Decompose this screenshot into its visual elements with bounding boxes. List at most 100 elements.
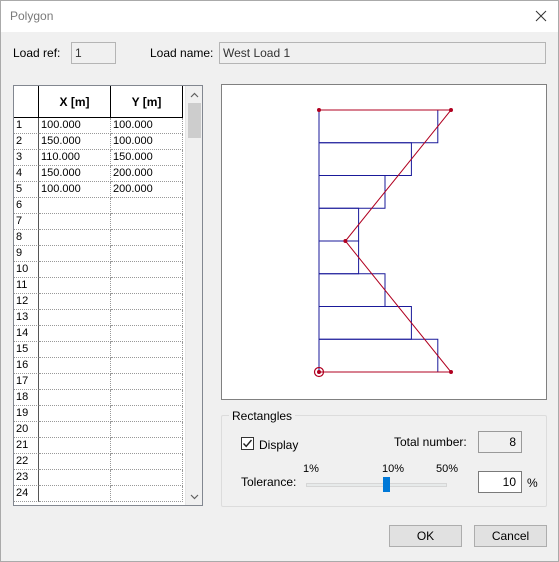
row-number[interactable]: 6 bbox=[14, 198, 39, 214]
cell-x[interactable] bbox=[39, 438, 111, 454]
table-row[interactable]: 6 bbox=[14, 198, 184, 214]
table-row[interactable]: 13 bbox=[14, 310, 184, 326]
cell-x[interactable]: 150.000 bbox=[39, 134, 111, 150]
cell-x[interactable] bbox=[39, 246, 111, 262]
coordinates-grid[interactable]: X [m] Y [m] 1 100.000 100.000 2 150.000 100.0… bbox=[13, 85, 203, 506]
row-number[interactable]: 15 bbox=[14, 342, 39, 358]
row-number[interactable]: 10 bbox=[14, 262, 39, 278]
scroll-down-button[interactable] bbox=[186, 488, 202, 505]
tolerance-slider-track[interactable] bbox=[306, 483, 447, 487]
cell-y[interactable]: 100.000 bbox=[111, 118, 183, 134]
table-row[interactable]: 24 bbox=[14, 486, 184, 502]
table-row[interactable]: 16 bbox=[14, 358, 184, 374]
cell-y[interactable] bbox=[111, 262, 183, 278]
cell-x[interactable] bbox=[39, 326, 111, 342]
row-number[interactable]: 21 bbox=[14, 438, 39, 454]
display-label[interactable]: Display bbox=[259, 438, 298, 452]
row-number[interactable]: 16 bbox=[14, 358, 39, 374]
row-number[interactable]: 7 bbox=[14, 214, 39, 230]
table-row[interactable]: 5 100.000 200.000 bbox=[14, 182, 184, 198]
scroll-thumb[interactable] bbox=[188, 103, 201, 138]
column-header-y[interactable]: Y [m] bbox=[111, 86, 183, 118]
row-number[interactable]: 20 bbox=[14, 422, 39, 438]
cell-y[interactable] bbox=[111, 294, 183, 310]
row-number[interactable]: 2 bbox=[14, 134, 39, 150]
cell-y[interactable] bbox=[111, 390, 183, 406]
cell-x[interactable]: 110.000 bbox=[39, 150, 111, 166]
row-number[interactable]: 8 bbox=[14, 230, 39, 246]
row-number[interactable]: 12 bbox=[14, 294, 39, 310]
cell-y[interactable] bbox=[111, 342, 183, 358]
table-row[interactable]: 2 150.000 100.000 bbox=[14, 134, 184, 150]
row-number[interactable]: 18 bbox=[14, 390, 39, 406]
row-number[interactable]: 9 bbox=[14, 246, 39, 262]
cell-y[interactable] bbox=[111, 230, 183, 246]
row-number[interactable]: 4 bbox=[14, 166, 39, 182]
table-row[interactable]: 18 bbox=[14, 390, 184, 406]
cell-y[interactable] bbox=[111, 406, 183, 422]
cell-x[interactable] bbox=[39, 198, 111, 214]
cell-y[interactable] bbox=[111, 438, 183, 454]
cell-y[interactable] bbox=[111, 358, 183, 374]
table-row[interactable]: 14 bbox=[14, 326, 184, 342]
table-row[interactable]: 3 110.000 150.000 bbox=[14, 150, 184, 166]
close-button[interactable] bbox=[524, 1, 558, 31]
cell-x[interactable] bbox=[39, 454, 111, 470]
table-row[interactable]: 11 bbox=[14, 278, 184, 294]
cell-x[interactable] bbox=[39, 390, 111, 406]
cell-x[interactable] bbox=[39, 470, 111, 486]
cell-y[interactable] bbox=[111, 326, 183, 342]
cell-x[interactable] bbox=[39, 294, 111, 310]
column-header-x[interactable]: X [m] bbox=[39, 86, 111, 118]
cell-x[interactable] bbox=[39, 278, 111, 294]
table-row[interactable]: 4 150.000 200.000 bbox=[14, 166, 184, 182]
cell-x[interactable]: 100.000 bbox=[39, 182, 111, 198]
row-number[interactable]: 1 bbox=[14, 118, 39, 134]
row-number[interactable]: 23 bbox=[14, 470, 39, 486]
tolerance-input[interactable]: 10 bbox=[478, 471, 522, 493]
cell-y[interactable] bbox=[111, 198, 183, 214]
row-number[interactable]: 13 bbox=[14, 310, 39, 326]
cell-x[interactable] bbox=[39, 358, 111, 374]
cell-y[interactable]: 200.000 bbox=[111, 182, 183, 198]
cell-y[interactable]: 150.000 bbox=[111, 150, 183, 166]
cell-x[interactable] bbox=[39, 486, 111, 502]
cancel-button[interactable]: Cancel bbox=[474, 525, 547, 547]
cell-x[interactable]: 100.000 bbox=[39, 118, 111, 134]
tolerance-slider-thumb[interactable] bbox=[383, 477, 390, 492]
cell-x[interactable] bbox=[39, 342, 111, 358]
cell-y[interactable] bbox=[111, 454, 183, 470]
row-number[interactable]: 17 bbox=[14, 374, 39, 390]
table-row[interactable]: 12 bbox=[14, 294, 184, 310]
table-row[interactable]: 20 bbox=[14, 422, 184, 438]
row-number[interactable]: 24 bbox=[14, 486, 39, 502]
table-row[interactable]: 9 bbox=[14, 246, 184, 262]
cell-y[interactable] bbox=[111, 278, 183, 294]
ok-button[interactable]: OK bbox=[389, 525, 462, 547]
table-row[interactable]: 15 bbox=[14, 342, 184, 358]
cell-y[interactable]: 100.000 bbox=[111, 134, 183, 150]
cell-y[interactable] bbox=[111, 374, 183, 390]
grid-corner[interactable] bbox=[14, 86, 39, 118]
cell-y[interactable] bbox=[111, 486, 183, 502]
row-number[interactable]: 3 bbox=[14, 150, 39, 166]
scroll-up-button[interactable] bbox=[186, 86, 202, 103]
display-checkbox[interactable] bbox=[241, 437, 254, 450]
cell-x[interactable] bbox=[39, 374, 111, 390]
cell-y[interactable] bbox=[111, 214, 183, 230]
cell-x[interactable] bbox=[39, 214, 111, 230]
row-number[interactable]: 19 bbox=[14, 406, 39, 422]
table-row[interactable]: 17 bbox=[14, 374, 184, 390]
table-row[interactable]: 10 bbox=[14, 262, 184, 278]
cell-y[interactable] bbox=[111, 246, 183, 262]
cell-y[interactable] bbox=[111, 310, 183, 326]
cell-y[interactable]: 200.000 bbox=[111, 166, 183, 182]
table-row[interactable]: 7 bbox=[14, 214, 184, 230]
row-number[interactable]: 5 bbox=[14, 182, 39, 198]
cell-x[interactable]: 150.000 bbox=[39, 166, 111, 182]
row-number[interactable]: 11 bbox=[14, 278, 39, 294]
cell-x[interactable] bbox=[39, 230, 111, 246]
table-row[interactable]: 1 100.000 100.000 bbox=[14, 118, 184, 134]
table-row[interactable]: 19 bbox=[14, 406, 184, 422]
cell-x[interactable] bbox=[39, 422, 111, 438]
